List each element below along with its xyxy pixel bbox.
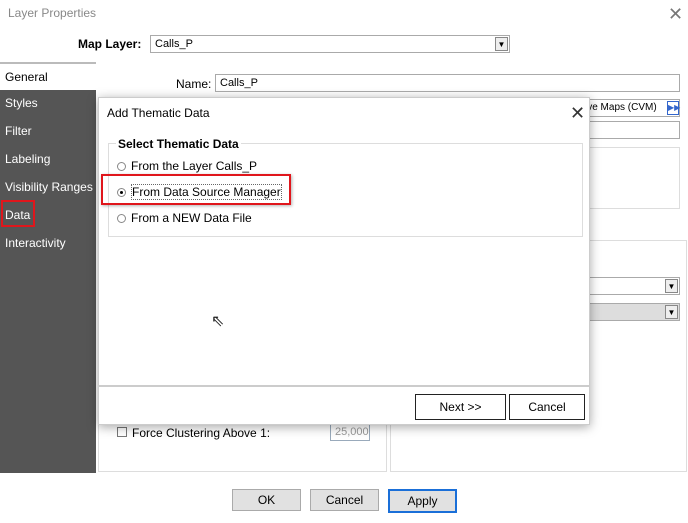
- cancel-button[interactable]: Cancel: [310, 489, 379, 511]
- chevron-down-icon: ▼: [495, 37, 508, 51]
- apply-button[interactable]: Apply: [388, 489, 457, 513]
- radio-icon: [117, 162, 126, 171]
- name-label: Name:: [176, 77, 212, 91]
- sidebar: General Styles Filter Labeling Visibilit…: [0, 62, 96, 473]
- close-icon[interactable]: ✕: [668, 5, 683, 23]
- force-clustering-label: Force Clustering Above 1:: [132, 426, 271, 440]
- sidebar-item-filter[interactable]: Filter: [0, 118, 96, 146]
- radio-from-layer[interactable]: From the Layer Calls_P: [117, 159, 257, 173]
- text-input[interactable]: [580, 121, 680, 139]
- window-title: Layer Properties: [8, 6, 97, 20]
- sidebar-item-general[interactable]: General: [0, 62, 96, 90]
- map-layer-value: Calls_P: [155, 38, 193, 50]
- highlight-box: [1, 200, 35, 227]
- map-layer-select[interactable]: Calls_P ▼: [150, 35, 510, 53]
- radio-label: From the Layer Calls_P: [131, 159, 258, 173]
- radio-label: From a NEW Data File: [131, 211, 252, 225]
- sidebar-item-labeling[interactable]: Labeling: [0, 146, 96, 174]
- sidebar-item-styles[interactable]: Styles: [0, 90, 96, 118]
- name-input[interactable]: Calls_P: [215, 74, 680, 92]
- dialog-cancel-button[interactable]: Cancel: [509, 394, 585, 420]
- fast-forward-icon: ▶▶: [667, 101, 680, 115]
- force-clustering-checkbox[interactable]: [117, 427, 127, 437]
- mouse-cursor-icon: ⇖: [211, 313, 225, 330]
- dialog-title: Add Thematic Data: [107, 106, 210, 120]
- map-layer-label: Map Layer:: [78, 37, 142, 51]
- sidebar-item-interactivity[interactable]: Interactivity: [0, 230, 96, 258]
- group-title: Select Thematic Data: [116, 137, 241, 151]
- next-button[interactable]: Next >>: [415, 394, 506, 420]
- cvm-label: ive Maps (CVM): [585, 102, 657, 113]
- divider: [99, 385, 589, 387]
- chevron-down-icon: ▼: [665, 305, 678, 319]
- force-clustering-input[interactable]: 25,000: [330, 423, 370, 441]
- radio-from-new-file[interactable]: From a NEW Data File: [117, 211, 252, 225]
- cvm-button[interactable]: ive Maps (CVM) ▶▶: [580, 99, 680, 117]
- sidebar-item-visibility-ranges[interactable]: Visibility Ranges: [0, 174, 96, 202]
- radio-icon: [117, 214, 126, 223]
- chevron-down-icon: ▼: [665, 279, 678, 293]
- highlight-box: [101, 174, 291, 205]
- text-area[interactable]: [580, 147, 680, 209]
- ok-button[interactable]: OK: [232, 489, 301, 511]
- close-icon[interactable]: ✕: [570, 104, 585, 122]
- add-thematic-data-dialog: Add Thematic Data ✕ Select Thematic Data…: [98, 97, 590, 425]
